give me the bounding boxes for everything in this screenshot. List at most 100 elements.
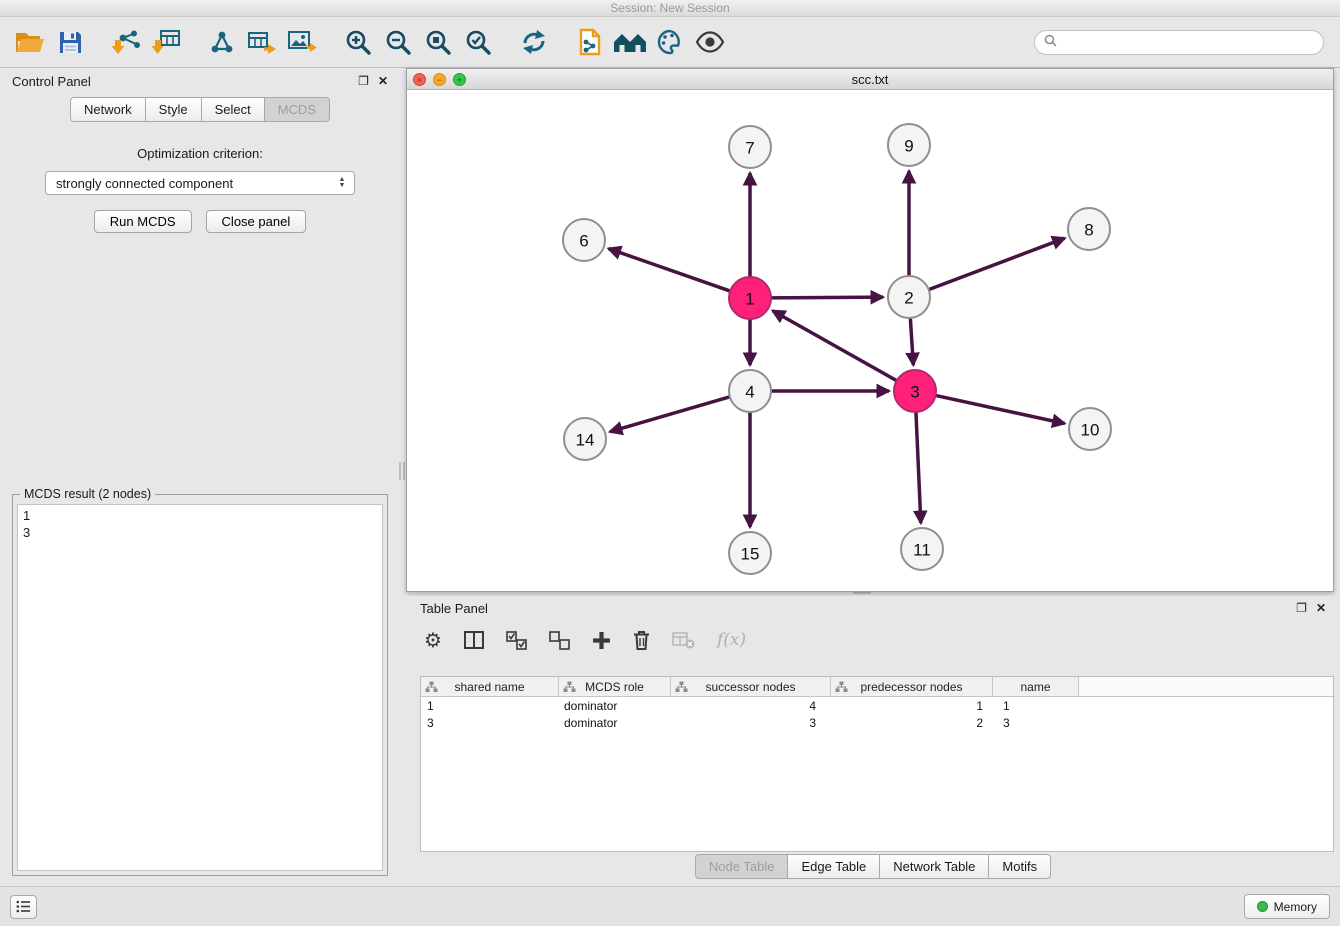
cell-name[interactable]: 3 bbox=[993, 716, 1079, 730]
column-header-mcds-role[interactable]: MCDS role bbox=[559, 677, 671, 696]
close-panel-icon[interactable]: ✕ bbox=[378, 75, 388, 87]
cell-mcds-role[interactable]: dominator bbox=[559, 716, 671, 730]
table-panel-tabs: Node Table Edge Table Network Table Moti… bbox=[406, 854, 1340, 879]
column-label: successor nodes bbox=[705, 680, 795, 694]
tab-mcds[interactable]: MCDS bbox=[264, 97, 330, 122]
apply-style-icon[interactable] bbox=[652, 23, 688, 61]
search-icon bbox=[1044, 34, 1057, 50]
select-all-rows-icon[interactable] bbox=[506, 631, 527, 650]
graph-node-1[interactable]: 1 bbox=[729, 277, 771, 319]
import-table-icon[interactable] bbox=[148, 23, 184, 61]
zoom-in-icon[interactable] bbox=[340, 23, 376, 61]
new-network-icon[interactable] bbox=[204, 23, 240, 61]
cell-shared-name[interactable]: 3 bbox=[421, 716, 559, 730]
graph-edge-3-1[interactable] bbox=[773, 311, 897, 381]
search-field[interactable] bbox=[1034, 30, 1324, 55]
show-columns-icon[interactable] bbox=[464, 631, 484, 649]
tab-motifs[interactable]: Motifs bbox=[988, 854, 1051, 879]
graph-node-7[interactable]: 7 bbox=[729, 126, 771, 168]
vertical-splitter-handle[interactable] bbox=[399, 462, 405, 480]
graph-node-14[interactable]: 14 bbox=[564, 418, 606, 460]
tab-edge-table[interactable]: Edge Table bbox=[787, 854, 879, 879]
search-input[interactable] bbox=[1062, 35, 1314, 49]
network-window-titlebar: scc.txt × − + bbox=[407, 69, 1333, 90]
graph-node-label: 3 bbox=[910, 383, 919, 402]
open-folder-icon[interactable] bbox=[12, 23, 48, 61]
tab-node-table[interactable]: Node Table bbox=[695, 854, 788, 879]
memory-button[interactable]: Memory bbox=[1244, 894, 1330, 919]
network-canvas[interactable]: 7 9 6 8 1 2 4 3 14 10 15 11 bbox=[407, 90, 1333, 591]
cell-successor-nodes[interactable]: 3 bbox=[671, 716, 831, 730]
optimization-criterion-select[interactable]: strongly connected component ▲▼ bbox=[45, 171, 355, 195]
graph-node-label: 10 bbox=[1081, 421, 1100, 440]
zoom-fit-icon[interactable] bbox=[420, 23, 456, 61]
network-window-title: scc.txt bbox=[407, 72, 1333, 87]
cell-predecessor-nodes[interactable]: 1 bbox=[831, 699, 993, 713]
import-network-icon[interactable] bbox=[108, 23, 144, 61]
column-tree-icon bbox=[425, 681, 438, 696]
application-window: Session: New Session bbox=[0, 0, 1340, 926]
graph-edge-4-14[interactable] bbox=[610, 397, 730, 432]
graph-edge-3-11[interactable] bbox=[916, 412, 921, 523]
graph-edge-2-3[interactable] bbox=[910, 318, 913, 365]
graph-node-4[interactable]: 4 bbox=[729, 370, 771, 412]
delete-column-icon[interactable] bbox=[633, 630, 650, 650]
first-neighbors-icon[interactable] bbox=[612, 23, 648, 61]
tab-network[interactable]: Network bbox=[70, 97, 145, 122]
export-image-icon[interactable] bbox=[284, 23, 320, 61]
network-to-table-icon[interactable] bbox=[244, 23, 280, 61]
control-panel-header: Control Panel ❐ ✕ bbox=[0, 68, 400, 94]
run-mcds-button[interactable]: Run MCDS bbox=[94, 210, 192, 233]
graph-node-label: 15 bbox=[741, 545, 760, 564]
save-session-icon[interactable] bbox=[52, 23, 88, 61]
graph-edge-1-6[interactable] bbox=[609, 249, 731, 291]
column-tree-icon bbox=[675, 681, 688, 696]
table-row[interactable]: 3 dominator 3 2 3 bbox=[421, 714, 1333, 731]
window-minimize-icon[interactable]: − bbox=[433, 73, 446, 86]
close-table-panel-icon[interactable]: ✕ bbox=[1316, 602, 1326, 614]
tab-style[interactable]: Style bbox=[145, 97, 201, 122]
graph-node-15[interactable]: 15 bbox=[729, 532, 771, 574]
graph-node-2[interactable]: 2 bbox=[888, 276, 930, 318]
graph-edge-2-8[interactable] bbox=[929, 238, 1065, 289]
table-settings-gear-icon[interactable]: ⚙ bbox=[424, 628, 442, 653]
table-row[interactable]: 1 dominator 4 1 1 bbox=[421, 697, 1333, 714]
show-hide-graphics-icon[interactable] bbox=[692, 23, 728, 61]
column-header-name[interactable]: name bbox=[993, 677, 1079, 696]
refresh-view-icon[interactable] bbox=[516, 23, 552, 61]
optimization-criterion-label: Optimization criterion: bbox=[0, 146, 400, 161]
cell-predecessor-nodes[interactable]: 2 bbox=[831, 716, 993, 730]
mcds-result-list[interactable]: 1 3 bbox=[17, 504, 383, 871]
window-zoom-icon[interactable]: + bbox=[453, 73, 466, 86]
cell-mcds-role[interactable]: dominator bbox=[559, 699, 671, 713]
float-panel-icon[interactable]: ❐ bbox=[358, 75, 369, 87]
tab-select[interactable]: Select bbox=[201, 97, 264, 122]
graph-node-11[interactable]: 11 bbox=[901, 528, 943, 570]
graph-node-9[interactable]: 9 bbox=[888, 124, 930, 166]
graph-edge-1-2[interactable] bbox=[771, 297, 883, 298]
window-close-icon[interactable]: × bbox=[413, 73, 426, 86]
cell-name[interactable]: 1 bbox=[993, 699, 1079, 713]
graph-node-6[interactable]: 6 bbox=[563, 219, 605, 261]
clone-network-icon[interactable] bbox=[572, 23, 608, 61]
column-header-successor-nodes[interactable]: successor nodes bbox=[671, 677, 831, 696]
cell-shared-name[interactable]: 1 bbox=[421, 699, 559, 713]
cell-successor-nodes[interactable]: 4 bbox=[671, 699, 831, 713]
graph-edge-3-10[interactable] bbox=[936, 395, 1065, 423]
column-header-predecessor-nodes[interactable]: predecessor nodes bbox=[831, 677, 993, 696]
tab-network-table[interactable]: Network Table bbox=[879, 854, 988, 879]
zoom-selected-icon[interactable] bbox=[460, 23, 496, 61]
column-label: shared name bbox=[454, 680, 524, 694]
deselect-all-rows-icon[interactable] bbox=[549, 631, 570, 650]
graph-node-8[interactable]: 8 bbox=[1068, 208, 1110, 250]
zoom-out-icon[interactable] bbox=[380, 23, 416, 61]
close-panel-button[interactable]: Close panel bbox=[206, 210, 307, 233]
task-history-button[interactable] bbox=[10, 895, 37, 919]
column-header-shared-name[interactable]: shared name bbox=[421, 677, 559, 696]
graph-node-10[interactable]: 10 bbox=[1069, 408, 1111, 450]
graph-node-3[interactable]: 3 bbox=[894, 370, 936, 412]
add-column-icon[interactable] bbox=[592, 631, 611, 650]
mcds-result-fieldset: MCDS result (2 nodes) 1 3 bbox=[12, 494, 388, 876]
float-table-panel-icon[interactable]: ❐ bbox=[1296, 602, 1307, 614]
mcds-panel: Optimization criterion: strongly connect… bbox=[0, 122, 400, 233]
